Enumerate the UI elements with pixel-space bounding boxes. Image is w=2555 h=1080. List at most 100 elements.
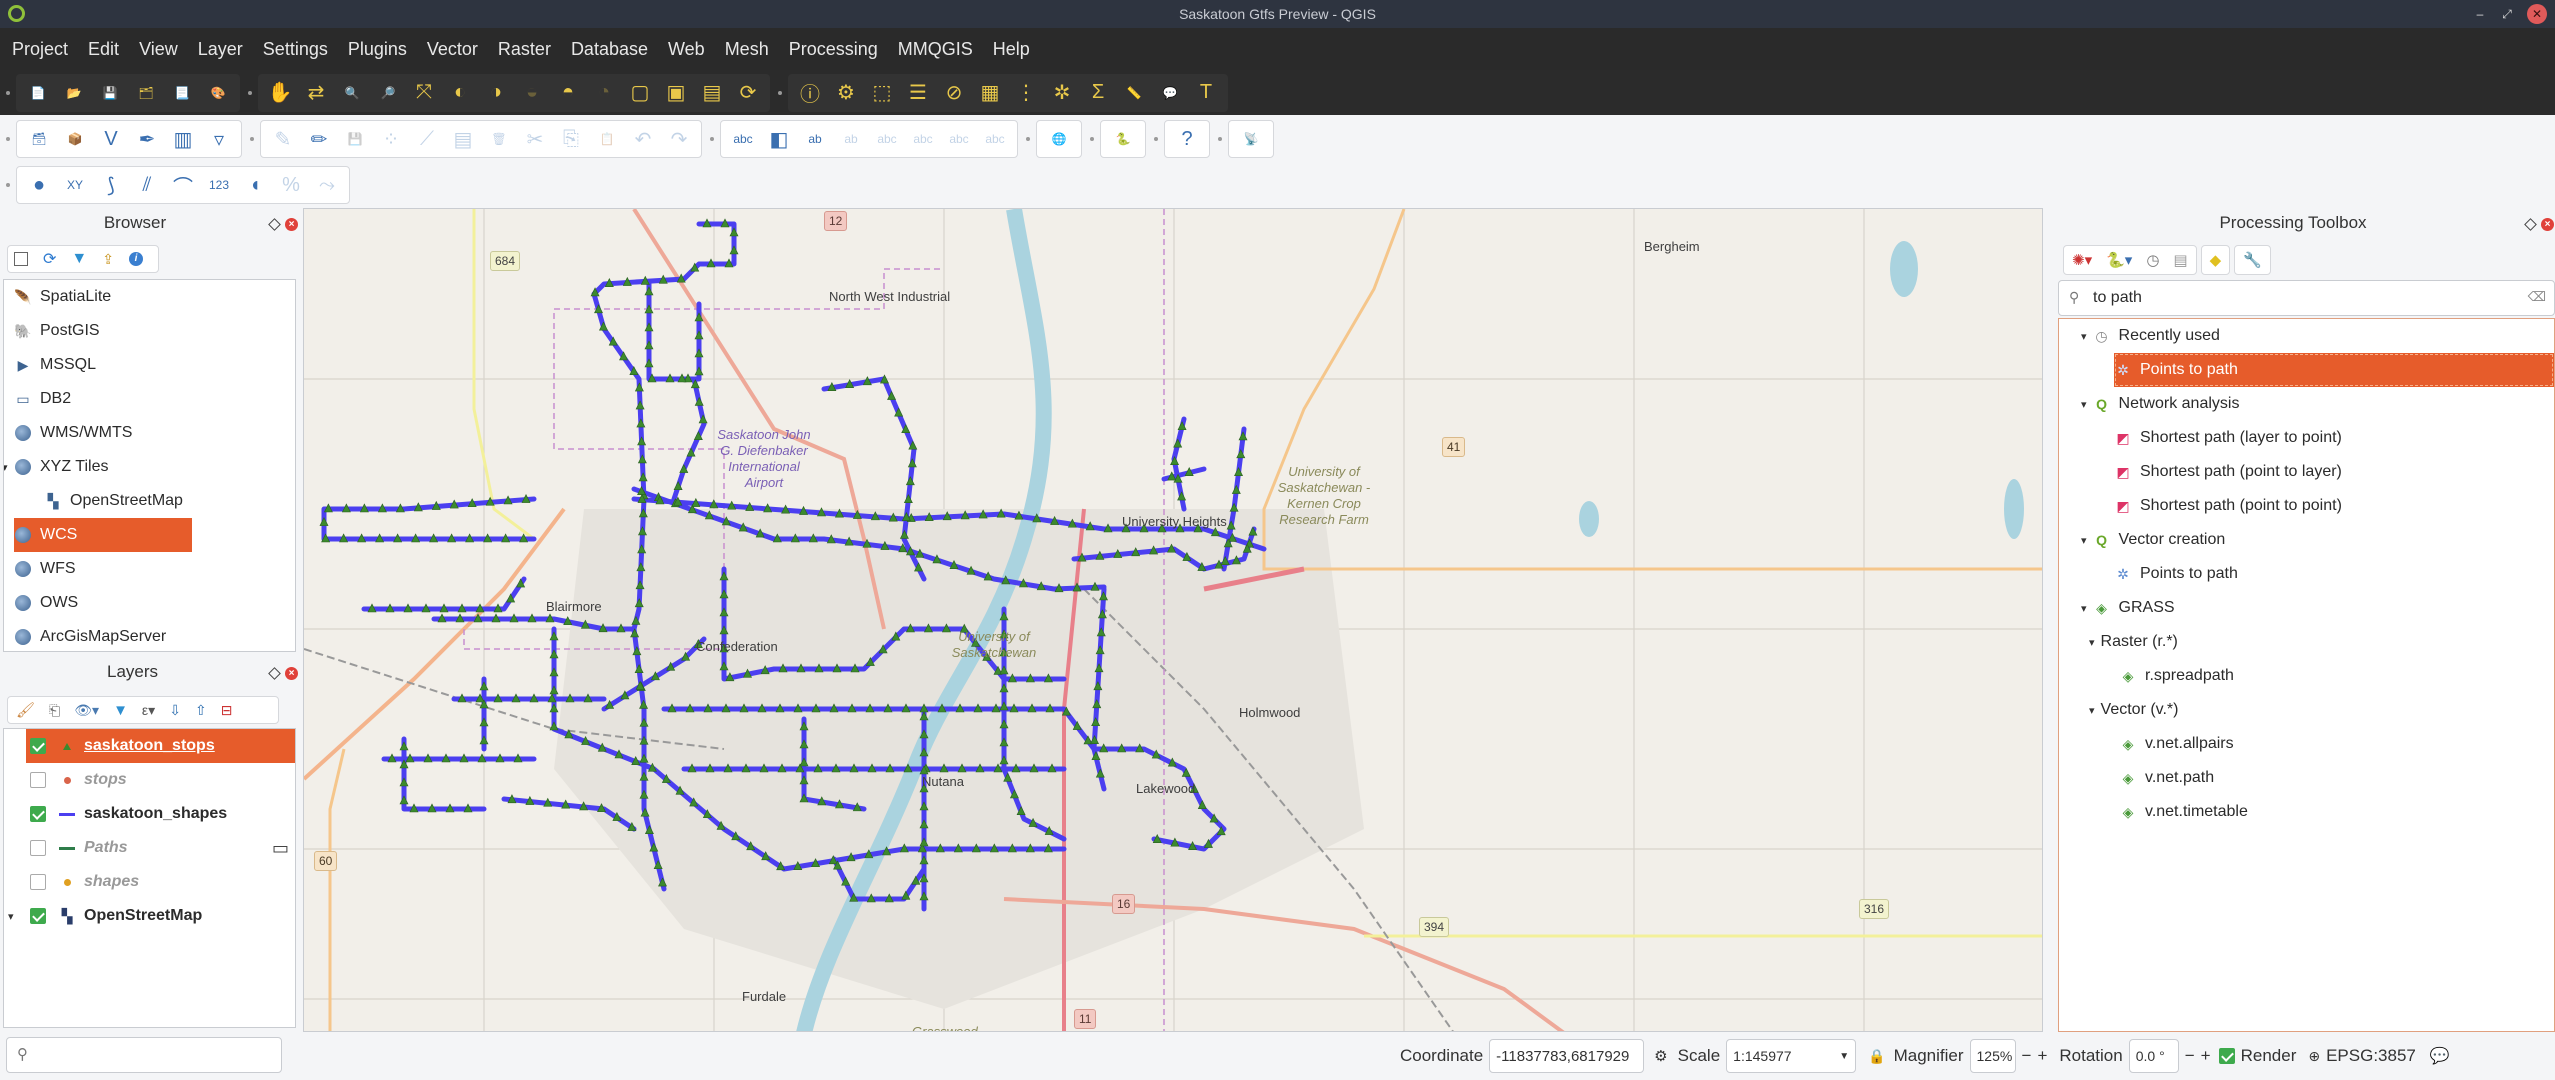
number-icon[interactable]: 123 xyxy=(204,170,234,200)
pin-labels-icon[interactable]: ab xyxy=(836,124,866,154)
diagram-options-icon[interactable]: ◧ xyxy=(764,124,794,154)
show-hide-labels-icon[interactable]: abc xyxy=(872,124,902,154)
layer-visibility-checkbox[interactable] xyxy=(30,874,46,890)
save-edits-icon[interactable]: 💾 xyxy=(340,124,370,154)
layer-visibility-checkbox[interactable] xyxy=(30,772,46,788)
map-tips-icon[interactable]: 💬 xyxy=(1155,78,1185,108)
label-toolbar-icon[interactable]: abc xyxy=(728,124,758,154)
paste-icon[interactable]: 📋 xyxy=(592,124,622,154)
layer-visibility-checkbox[interactable] xyxy=(30,806,46,822)
layer-item[interactable]: Paths ▭ xyxy=(26,831,295,865)
locator-search-input[interactable]: ⚲ xyxy=(6,1037,282,1073)
browser-item[interactable]: ▶ MSSQL xyxy=(14,348,96,382)
expand-arrow-icon[interactable]: ▾ xyxy=(2081,398,2087,411)
toggle-extents-icon[interactable]: ⚙ xyxy=(1654,1047,1667,1065)
toolbar-handle[interactable] xyxy=(6,90,10,95)
scale-combobox[interactable]: 1:145977 ▼ xyxy=(1726,1039,1857,1073)
save-as-icon[interactable]: 🗂 xyxy=(131,78,161,108)
layer-visibility-checkbox[interactable] xyxy=(30,840,46,856)
close-panel-icon[interactable]: × xyxy=(285,667,298,680)
maximize-button[interactable]: ⤢ xyxy=(2497,4,2517,24)
split-icon[interactable]: ⫽ xyxy=(132,170,162,200)
toolbar-handle[interactable] xyxy=(778,90,782,95)
data-source-manager-icon[interactable]: 🗃 xyxy=(24,124,54,154)
style-manager-icon[interactable]: 🎨 xyxy=(203,78,233,108)
rotate-label-icon[interactable]: abc xyxy=(944,124,974,154)
toolbar-handle[interactable] xyxy=(250,137,254,141)
vertex-tool-icon[interactable]: ⟋ xyxy=(412,124,442,154)
menu-layer[interactable]: Layer xyxy=(198,39,243,60)
toolbox-item[interactable]: ✲ Points to path xyxy=(2114,557,2238,591)
attribute-table-icon[interactable]: ▦ xyxy=(975,78,1005,108)
filter-legend-icon[interactable]: ▼ xyxy=(113,702,128,719)
zoom-next-icon[interactable]: ◔ xyxy=(589,78,619,108)
offset-icon[interactable]: ⌒ xyxy=(168,170,198,200)
toolbox-item[interactable]: ◈ r.spreadpath xyxy=(2119,659,2234,693)
toolbar-handle[interactable] xyxy=(6,183,10,187)
menu-project[interactable]: Project xyxy=(12,39,68,60)
close-panel-icon[interactable]: × xyxy=(285,218,298,231)
move-label-icon[interactable]: abc xyxy=(908,124,938,154)
memory-layer-icon[interactable]: ▭ xyxy=(272,838,289,859)
minimize-button[interactable]: ‒ xyxy=(2470,4,2490,24)
layer-item[interactable]: ▚ OpenStreetMap ▾ xyxy=(8,899,295,933)
layer-item[interactable]: saskatoon_stops xyxy=(26,729,295,763)
pan-to-selection-icon[interactable]: ⇄ xyxy=(301,78,331,108)
menu-processing[interactable]: Processing xyxy=(789,39,878,60)
options-icon[interactable]: 🔧 xyxy=(2243,251,2262,269)
toggle-editing-icon[interactable]: ✏ xyxy=(304,124,334,154)
menu-vector[interactable]: Vector xyxy=(427,39,478,60)
open-project-icon[interactable]: 📂 xyxy=(59,78,89,108)
render-checkbox[interactable] xyxy=(2218,1048,2235,1064)
rotation-decrease-button[interactable]: − xyxy=(2185,1046,2195,1066)
python-console-icon[interactable]: 🐍 xyxy=(1108,124,1138,154)
advanced-digitize-xy-icon[interactable]: XY xyxy=(60,170,90,200)
toolbar-handle[interactable] xyxy=(1026,137,1030,141)
float-panel-icon[interactable] xyxy=(2524,218,2537,231)
results-viewer-icon[interactable]: ▤ xyxy=(2173,251,2187,269)
menu-edit[interactable]: Edit xyxy=(88,39,119,60)
expand-arrow-icon[interactable]: ▾ xyxy=(2081,330,2087,343)
toolbar-handle[interactable] xyxy=(1154,137,1158,141)
toolbox-item[interactable]: ▾ ◷ Recently used xyxy=(2081,319,2220,353)
add-feature-icon[interactable]: ⁘ xyxy=(376,124,406,154)
run-action-icon[interactable]: ⚙ xyxy=(831,78,861,108)
new-3d-view-icon[interactable]: ▣ xyxy=(661,78,691,108)
toolbar-handle[interactable] xyxy=(6,137,10,141)
magnifier-increase-button[interactable]: + xyxy=(2037,1046,2047,1066)
refresh-icon[interactable]: ⟳ xyxy=(43,249,56,269)
new-shapefile-icon[interactable]: V xyxy=(96,124,126,154)
toolbox-item[interactable]: ◈ v.net.path xyxy=(2119,761,2214,795)
zoom-to-layer-icon[interactable]: ◑ xyxy=(481,78,511,108)
remove-layer-icon[interactable]: ⊟ xyxy=(221,702,233,719)
new-virtual-layer-icon[interactable]: ▿ xyxy=(204,124,234,154)
toolbox-item[interactable]: ◩ Shortest path (layer to point) xyxy=(2114,421,2342,455)
print-layout-icon[interactable]: 📃 xyxy=(167,78,197,108)
edit-features-in-place-icon[interactable]: ◆ xyxy=(2210,251,2222,269)
add-selected-layers-icon[interactable] xyxy=(14,252,28,266)
highlight-labels-icon[interactable]: ab xyxy=(800,124,830,154)
toolbox-search-input[interactable]: ⚲ to path ⌫ xyxy=(2058,280,2555,316)
toolbar-handle[interactable] xyxy=(1218,137,1222,141)
toolbox-item[interactable]: ◈ v.net.timetable xyxy=(2119,795,2248,829)
redo-icon[interactable]: ↷ xyxy=(664,124,694,154)
browser-item[interactable]: 🪶 SpatiaLite xyxy=(14,280,111,314)
zoom-to-selection-icon[interactable]: ◐ xyxy=(445,78,475,108)
menu-help[interactable]: Help xyxy=(993,39,1030,60)
toolbox-item[interactable]: ◈ v.net.allpairs xyxy=(2119,727,2234,761)
browser-item[interactable]: ▾ XYZ Tiles xyxy=(4,450,108,484)
new-spatialite-icon[interactable]: ✒ xyxy=(132,124,162,154)
new-geopackage-icon[interactable]: 📦 xyxy=(60,124,90,154)
toolbox-item[interactable]: ◩ Shortest path (point to layer) xyxy=(2114,455,2342,489)
style-layer-icon[interactable]: 🖌 xyxy=(16,701,35,719)
new-temp-layer-icon[interactable]: ▥ xyxy=(168,124,198,154)
bookmark-icon[interactable]: ▤ xyxy=(697,78,727,108)
rotation-field[interactable]: 0.0 ° xyxy=(2128,1039,2179,1073)
menu-view[interactable]: View xyxy=(139,39,178,60)
browser-item[interactable]: ▚ OpenStreetMap xyxy=(44,484,183,518)
crs-globe-icon[interactable]: ⊕ xyxy=(2308,1048,2320,1065)
layer-item[interactable]: shapes xyxy=(26,865,295,899)
float-panel-icon[interactable] xyxy=(268,667,281,680)
browser-item[interactable]: ArcGisMapServer xyxy=(14,620,166,651)
add-group-icon[interactable]: ⎗ xyxy=(49,702,60,719)
